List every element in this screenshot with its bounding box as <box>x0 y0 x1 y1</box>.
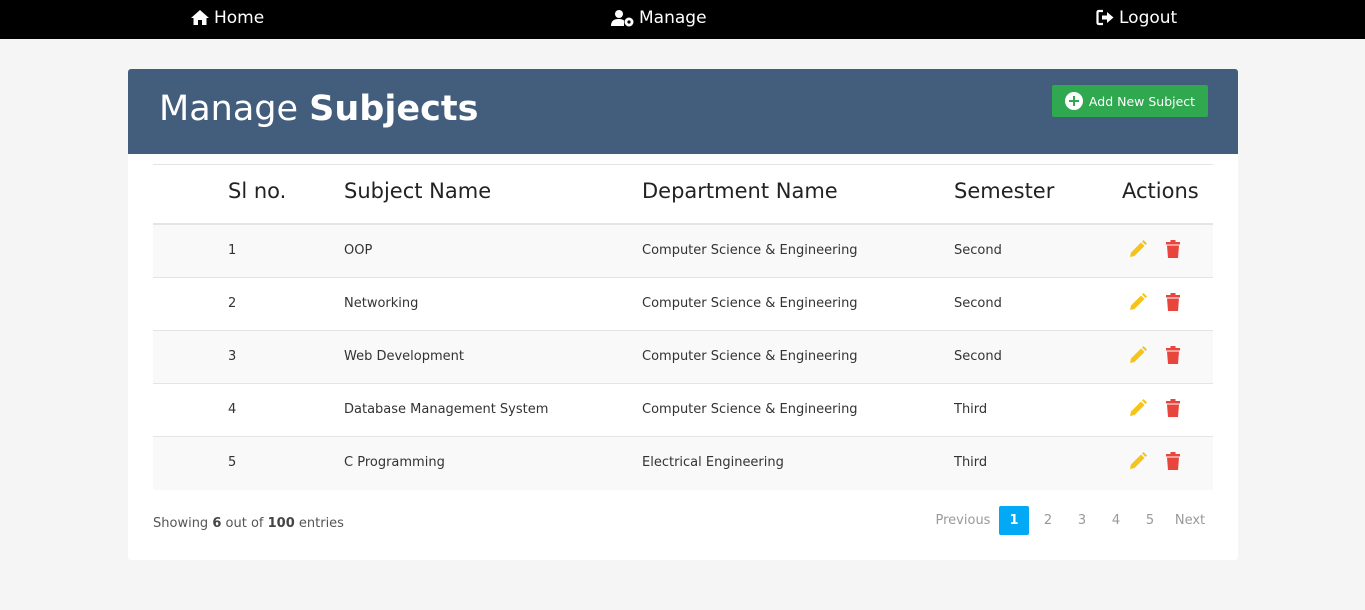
pagination: Previous 1 2 3 4 5 Next <box>928 506 1218 535</box>
logout-icon <box>1096 9 1115 26</box>
pencil-icon[interactable] <box>1128 239 1148 259</box>
pagination-previous[interactable]: Previous <box>928 506 998 535</box>
cell-semester: Third <box>954 455 988 470</box>
cell-subject-name: OOP <box>344 243 373 258</box>
entries-showing-label: Showing <box>153 516 209 531</box>
cell-department-name: Computer Science & Engineering <box>642 402 858 417</box>
column-header-semester: Semester <box>954 179 1055 203</box>
cell-semester: Third <box>954 402 988 417</box>
add-new-subject-button[interactable]: Add New Subject <box>1052 85 1208 117</box>
cell-department-name: Computer Science & Engineering <box>642 243 858 258</box>
cell-subject-name: Database Management System <box>344 402 549 417</box>
trash-icon[interactable] <box>1165 345 1181 365</box>
entries-out-of-label: out of <box>225 516 264 531</box>
column-header-department-name: Department Name <box>642 179 838 203</box>
column-header-actions: Actions <box>1122 179 1199 203</box>
cell-sl-no: 3 <box>228 349 237 364</box>
top-navbar: Home Manage Logout <box>0 0 1365 39</box>
cell-department-name: Computer Science & Engineering <box>642 349 858 364</box>
user-cog-icon <box>611 9 635 27</box>
entries-summary: Showing 6 out of 100 entries <box>153 516 344 531</box>
home-icon <box>190 9 210 26</box>
cell-department-name: Computer Science & Engineering <box>642 296 858 311</box>
table-row: 4 Database Management System Computer Sc… <box>153 384 1213 437</box>
cell-sl-no: 1 <box>228 243 237 258</box>
add-new-subject-label: Add New Subject <box>1088 93 1196 109</box>
cell-sl-no: 4 <box>228 402 237 417</box>
pencil-icon[interactable] <box>1128 345 1148 365</box>
nav-home-link[interactable]: Home <box>190 0 264 35</box>
cell-semester: Second <box>954 243 1002 258</box>
pagination-next[interactable]: Next <box>1169 506 1211 535</box>
pagination-page-2[interactable]: 2 <box>1033 506 1063 535</box>
table-row: 3 Web Development Computer Science & Eng… <box>153 331 1213 384</box>
nav-logout-link[interactable]: Logout <box>1096 0 1177 35</box>
nav-manage-label: Manage <box>639 7 707 28</box>
cell-subject-name: Web Development <box>344 349 464 364</box>
table-row: 5 C Programming Electrical Engineering T… <box>153 437 1213 490</box>
pagination-page-1[interactable]: 1 <box>999 506 1029 535</box>
pagination-page-4[interactable]: 4 <box>1101 506 1131 535</box>
page-title: Manage Subjects <box>159 89 478 129</box>
column-header-sl-no: Sl no. <box>228 179 287 203</box>
trash-icon[interactable] <box>1165 292 1181 312</box>
subjects-table: Sl no. Subject Name Department Name Seme… <box>153 164 1213 490</box>
column-header-subject-name: Subject Name <box>344 179 492 203</box>
entries-label: entries <box>298 516 344 531</box>
page-title-bold: Subjects <box>309 89 479 129</box>
cell-semester: Second <box>954 296 1002 311</box>
cell-sl-no: 2 <box>228 296 237 311</box>
table-header: Sl no. Subject Name Department Name Seme… <box>153 164 1213 225</box>
trash-icon[interactable] <box>1165 239 1181 259</box>
entries-shown-count: 6 <box>212 516 222 531</box>
card-header: Manage Subjects Add New Subject <box>128 69 1238 154</box>
cell-subject-name: C Programming <box>344 455 445 470</box>
cell-subject-name: Networking <box>344 296 419 311</box>
cell-semester: Second <box>954 349 1002 364</box>
nav-manage-link[interactable]: Manage <box>611 0 707 35</box>
entries-total-count: 100 <box>267 516 295 531</box>
pagination-page-3[interactable]: 3 <box>1067 506 1097 535</box>
table-row: 1 OOP Computer Science & Engineering Sec… <box>153 225 1213 278</box>
cell-department-name: Electrical Engineering <box>642 455 784 470</box>
pencil-icon[interactable] <box>1128 292 1148 312</box>
trash-icon[interactable] <box>1165 451 1181 471</box>
pagination-page-5[interactable]: 5 <box>1135 506 1165 535</box>
subjects-card: Manage Subjects Add New Subject Sl no. S… <box>128 69 1238 560</box>
trash-icon[interactable] <box>1165 398 1181 418</box>
page-title-prefix: Manage <box>159 89 299 129</box>
nav-home-label: Home <box>214 7 265 28</box>
plus-circle-icon <box>1064 92 1083 110</box>
nav-logout-label: Logout <box>1119 7 1178 28</box>
pencil-icon[interactable] <box>1128 451 1148 471</box>
cell-sl-no: 5 <box>228 455 237 470</box>
pencil-icon[interactable] <box>1128 398 1148 418</box>
table-row: 2 Networking Computer Science & Engineer… <box>153 278 1213 331</box>
